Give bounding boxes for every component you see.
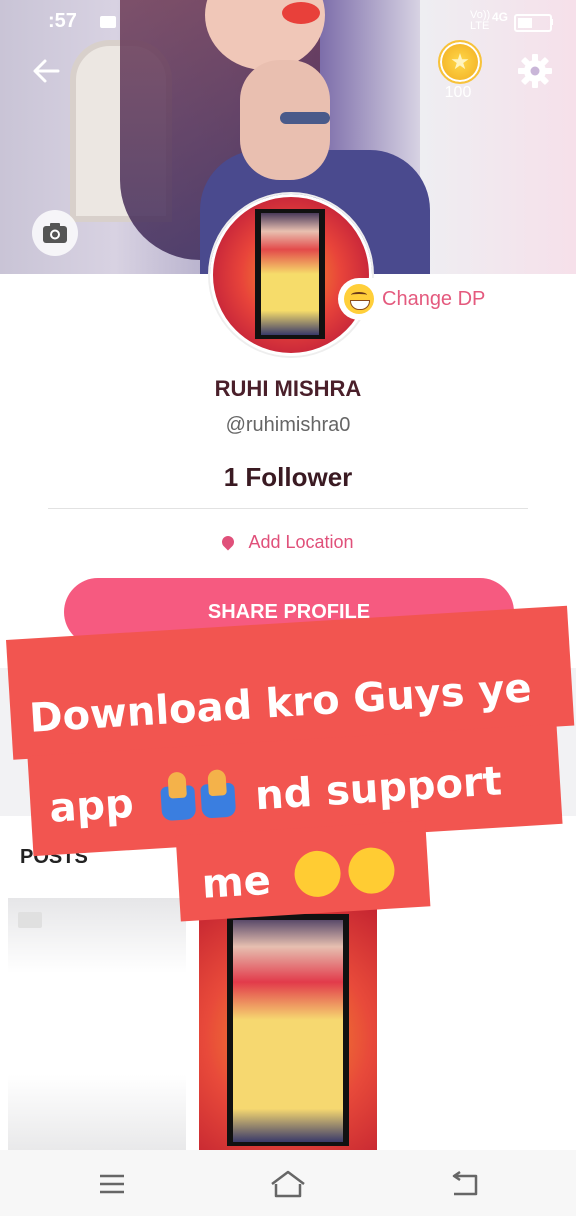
change-dp-button[interactable]: Change DP (338, 278, 502, 320)
status-bar: :57 Vo)) LTE 4G (0, 8, 576, 36)
change-dp-label: Change DP (382, 287, 486, 310)
location-pin-icon (219, 533, 237, 551)
menu-icon[interactable] (92, 1164, 132, 1204)
pray-emoji-icon (160, 785, 197, 822)
avatar-photo (261, 213, 319, 335)
coin-count: 100 (444, 84, 472, 101)
grin-emoji-icon (344, 284, 374, 314)
pray-emoji-icon (200, 782, 237, 819)
camera-button[interactable] (32, 210, 78, 256)
battery-cap (550, 19, 553, 25)
relieved-emoji-icon (292, 849, 342, 899)
post-thumbnail[interactable] (8, 898, 186, 1150)
profile-handle: @ruhimishra0 (225, 414, 351, 436)
add-location-label: Add Location (248, 532, 354, 552)
caption-line-2a: app (48, 780, 135, 832)
add-location-link[interactable]: Add Location (0, 532, 576, 553)
avatar[interactable] (210, 194, 372, 356)
battery-icon (514, 14, 552, 32)
caption-line-3a: me (200, 857, 273, 908)
wink-emoji-icon (346, 846, 396, 895)
back-nav-icon[interactable] (444, 1164, 484, 1204)
video-icon (18, 912, 42, 928)
home-icon[interactable] (268, 1164, 308, 1204)
cover-bracelet (280, 112, 330, 124)
divider (48, 508, 528, 509)
status-network: 4G (492, 10, 509, 24)
status-signal: Vo)) LTE (470, 9, 491, 32)
gear-icon[interactable] (516, 52, 554, 90)
post-thumbnail[interactable] (199, 898, 377, 1150)
system-nav-bar (0, 1150, 576, 1216)
camera-icon (43, 223, 67, 243)
profile-name: RUHI MISHRA (214, 376, 362, 401)
status-notification-icon (100, 16, 116, 28)
post-photo (233, 920, 343, 1142)
followers-count[interactable]: 1 Follower (0, 462, 576, 493)
coin-icon[interactable] (438, 40, 482, 84)
status-time: :57 (48, 10, 77, 32)
back-arrow-icon[interactable] (30, 54, 64, 88)
